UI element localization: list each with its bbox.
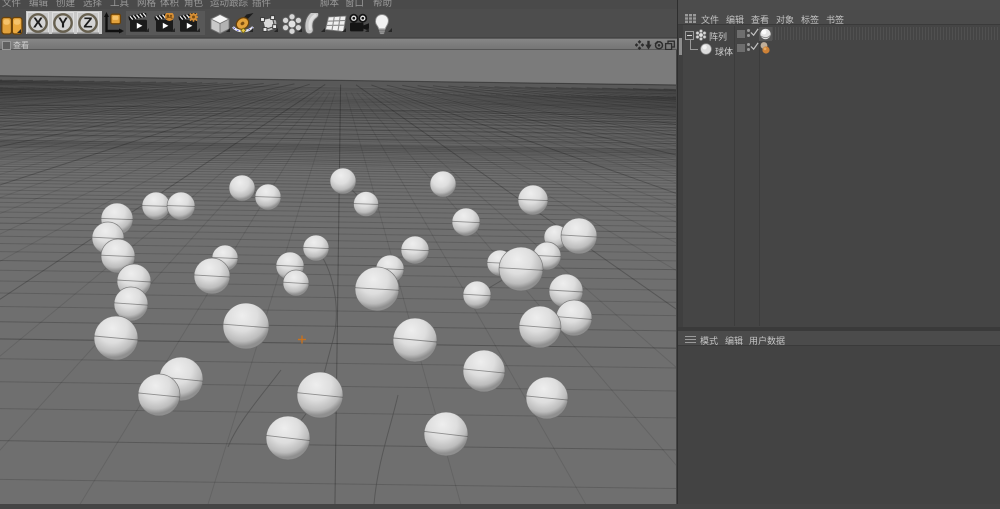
svg-text:X: X [33, 15, 43, 32]
svg-text:Y: Y [58, 15, 68, 32]
svg-text:Z: Z [83, 15, 92, 32]
